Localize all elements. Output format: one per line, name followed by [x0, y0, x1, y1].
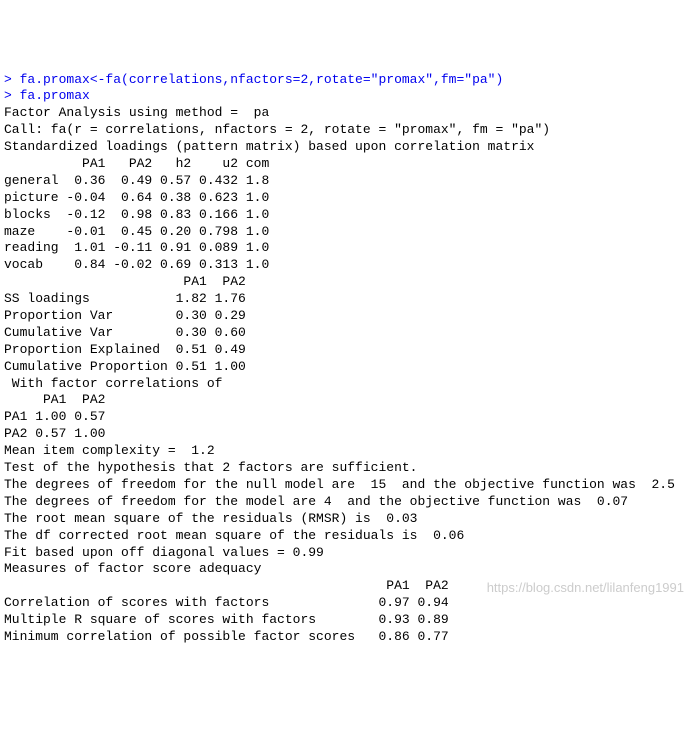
console-output-line: With factor correlations of — [4, 376, 690, 393]
console-output-line: Fit based upon off diagonal values = 0.9… — [4, 545, 690, 562]
console-output-line: Proportion Var 0.30 0.29 — [4, 308, 690, 325]
console-output-line: vocab 0.84 -0.02 0.69 0.313 1.0 — [4, 257, 690, 274]
console-output-line: The df corrected root mean square of the… — [4, 528, 690, 545]
console-output-line: PA1 PA2 — [4, 578, 690, 595]
console-output-line: blocks -0.12 0.98 0.83 0.166 1.0 — [4, 207, 690, 224]
console-output-line: Correlation of scores with factors 0.97 … — [4, 595, 690, 612]
console-output-line: Factor Analysis using method = pa — [4, 105, 690, 122]
console-input-line: > fa.promax — [4, 88, 690, 105]
console-output-line: Proportion Explained 0.51 0.49 — [4, 342, 690, 359]
console-output-line: PA1 PA2 — [4, 392, 690, 409]
console-output-line: maze -0.01 0.45 0.20 0.798 1.0 — [4, 224, 690, 241]
console-output-line: PA1 PA2 — [4, 274, 690, 291]
console-input-line: > fa.promax<-fa(correlations,nfactors=2,… — [4, 72, 690, 89]
console-output-line: Mean item complexity = 1.2 — [4, 443, 690, 460]
console-output-line: SS loadings 1.82 1.76 — [4, 291, 690, 308]
console-output-line: Cumulative Proportion 0.51 1.00 — [4, 359, 690, 376]
console-output-line: Test of the hypothesis that 2 factors ar… — [4, 460, 690, 477]
console-output-line: Cumulative Var 0.30 0.60 — [4, 325, 690, 342]
console-output-line: The degrees of freedom for the null mode… — [4, 477, 690, 494]
console-output-line: PA1 1.00 0.57 — [4, 409, 690, 426]
console-output-line: picture -0.04 0.64 0.38 0.623 1.0 — [4, 190, 690, 207]
console-output-line: general 0.36 0.49 0.57 0.432 1.8 — [4, 173, 690, 190]
console-output-line: Multiple R square of scores with factors… — [4, 612, 690, 629]
console-output-line: Call: fa(r = correlations, nfactors = 2,… — [4, 122, 690, 139]
r-console-output: > fa.promax<-fa(correlations,nfactors=2,… — [4, 72, 690, 646]
console-output-line: Minimum correlation of possible factor s… — [4, 629, 690, 646]
console-output-line: The root mean square of the residuals (R… — [4, 511, 690, 528]
console-output-line: The degrees of freedom for the model are… — [4, 494, 690, 511]
console-output-line: reading 1.01 -0.11 0.91 0.089 1.0 — [4, 240, 690, 257]
console-output-line: PA1 PA2 h2 u2 com — [4, 156, 690, 173]
console-output-line: PA2 0.57 1.00 — [4, 426, 690, 443]
console-output-line: Measures of factor score adequacy — [4, 561, 690, 578]
console-output-line: Standardized loadings (pattern matrix) b… — [4, 139, 690, 156]
